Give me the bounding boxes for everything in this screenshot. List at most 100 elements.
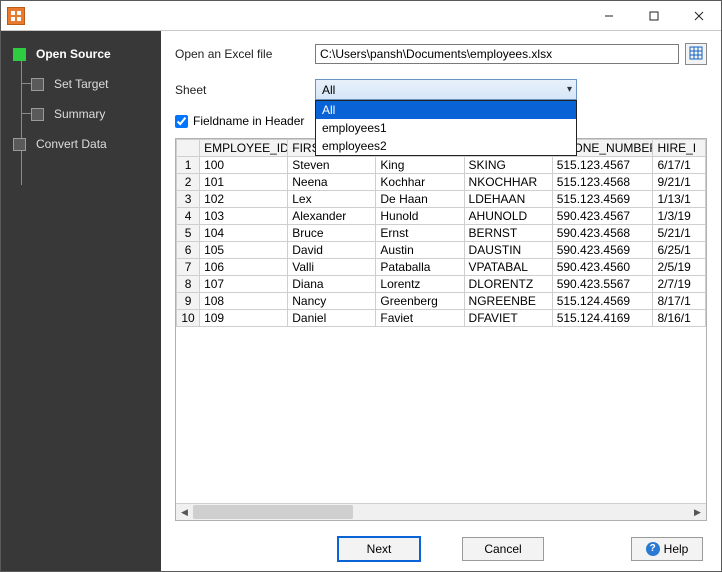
- maximize-button[interactable]: [631, 1, 676, 30]
- table-cell[interactable]: Pataballa: [376, 259, 464, 276]
- scroll-right-icon[interactable]: ▶: [689, 504, 706, 521]
- table-cell[interactable]: BERNST: [464, 225, 552, 242]
- table-row[interactable]: 7106ValliPataballaVPATABAL590.423.45602/…: [177, 259, 706, 276]
- table-cell[interactable]: Kochhar: [376, 174, 464, 191]
- table-cell[interactable]: Daniel: [288, 310, 376, 327]
- row-number: 10: [177, 310, 200, 327]
- table-cell[interactable]: SKING: [464, 157, 552, 174]
- step-open-source[interactable]: Open Source: [1, 39, 161, 69]
- table-cell[interactable]: 2/7/19: [653, 276, 706, 293]
- table-cell[interactable]: DFAVIET: [464, 310, 552, 327]
- table-row[interactable]: 1100StevenKingSKING515.123.45676/17/1: [177, 157, 706, 174]
- table-cell[interactable]: 515.123.4569: [552, 191, 653, 208]
- table-row[interactable]: 2101NeenaKochharNKOCHHAR515.123.45689/21…: [177, 174, 706, 191]
- table-cell[interactable]: Lex: [288, 191, 376, 208]
- table-cell[interactable]: 515.124.4169: [552, 310, 653, 327]
- table-cell[interactable]: Nancy: [288, 293, 376, 310]
- horizontal-scrollbar[interactable]: ◀ ▶: [176, 503, 706, 520]
- table-cell[interactable]: 515.124.4569: [552, 293, 653, 310]
- table-cell[interactable]: David: [288, 242, 376, 259]
- table-cell[interactable]: 590.423.5567: [552, 276, 653, 293]
- table-cell[interactable]: Ernst: [376, 225, 464, 242]
- table-cell[interactable]: 108: [200, 293, 288, 310]
- table-cell[interactable]: 109: [200, 310, 288, 327]
- row-number: 1: [177, 157, 200, 174]
- table-cell[interactable]: 590.423.4569: [552, 242, 653, 259]
- col-header[interactable]: HIRE_I: [653, 140, 706, 157]
- table-row[interactable]: 3102LexDe HaanLDEHAAN515.123.45691/13/1: [177, 191, 706, 208]
- table-cell[interactable]: VPATABAL: [464, 259, 552, 276]
- table-cell[interactable]: 104: [200, 225, 288, 242]
- table-cell[interactable]: 106: [200, 259, 288, 276]
- table-row[interactable]: 10109DanielFavietDFAVIET515.124.41698/16…: [177, 310, 706, 327]
- table-cell[interactable]: 6/25/1: [653, 242, 706, 259]
- table-cell[interactable]: Lorentz: [376, 276, 464, 293]
- table-cell[interactable]: De Haan: [376, 191, 464, 208]
- row-number: 7: [177, 259, 200, 276]
- app-window: Open Source Set Target Summary Convert D…: [0, 0, 722, 572]
- table-cell[interactable]: 102: [200, 191, 288, 208]
- table-cell[interactable]: DAUSTIN: [464, 242, 552, 259]
- table-cell[interactable]: 1/13/1: [653, 191, 706, 208]
- step-convert-data[interactable]: Convert Data: [1, 129, 161, 159]
- table-cell[interactable]: 105: [200, 242, 288, 259]
- sheet-option[interactable]: employees2: [316, 137, 576, 155]
- minimize-button[interactable]: [586, 1, 631, 30]
- table-row[interactable]: 4103AlexanderHunoldAHUNOLD590.423.45671/…: [177, 208, 706, 225]
- table-cell[interactable]: 6/17/1: [653, 157, 706, 174]
- table-cell[interactable]: 1/3/19: [653, 208, 706, 225]
- scroll-left-icon[interactable]: ◀: [176, 504, 193, 521]
- table-cell[interactable]: 590.423.4567: [552, 208, 653, 225]
- fieldname-header-checkbox[interactable]: [175, 115, 188, 128]
- sheet-option[interactable]: employees1: [316, 119, 576, 137]
- browse-button[interactable]: [685, 43, 707, 65]
- close-button[interactable]: [676, 1, 721, 30]
- app-icon: [7, 7, 25, 25]
- table-cell[interactable]: 103: [200, 208, 288, 225]
- table-cell[interactable]: LDEHAAN: [464, 191, 552, 208]
- table-cell[interactable]: 515.123.4568: [552, 174, 653, 191]
- table-cell[interactable]: 9/21/1: [653, 174, 706, 191]
- table-cell[interactable]: Faviet: [376, 310, 464, 327]
- table-cell[interactable]: NKOCHHAR: [464, 174, 552, 191]
- table-cell[interactable]: 107: [200, 276, 288, 293]
- cancel-button[interactable]: Cancel: [462, 537, 544, 561]
- table-cell[interactable]: 100: [200, 157, 288, 174]
- table-cell[interactable]: Greenberg: [376, 293, 464, 310]
- scroll-thumb[interactable]: [193, 505, 353, 519]
- table-cell[interactable]: DLORENTZ: [464, 276, 552, 293]
- col-header[interactable]: EMPLOYEE_ID: [200, 140, 288, 157]
- row-number: 3: [177, 191, 200, 208]
- help-button[interactable]: ? Help: [631, 537, 703, 561]
- table-cell[interactable]: 8/16/1: [653, 310, 706, 327]
- table-row[interactable]: 6105DavidAustinDAUSTIN590.423.45696/25/1: [177, 242, 706, 259]
- table-cell[interactable]: Neena: [288, 174, 376, 191]
- table-cell[interactable]: Valli: [288, 259, 376, 276]
- table-cell[interactable]: 101: [200, 174, 288, 191]
- table-cell[interactable]: 515.123.4567: [552, 157, 653, 174]
- table-cell[interactable]: Diana: [288, 276, 376, 293]
- table-cell[interactable]: Steven: [288, 157, 376, 174]
- sheet-select[interactable]: All ▾: [315, 79, 577, 100]
- next-button[interactable]: Next: [338, 537, 420, 561]
- table-cell[interactable]: 590.423.4560: [552, 259, 653, 276]
- table-cell[interactable]: Bruce: [288, 225, 376, 242]
- table-cell[interactable]: Alexander: [288, 208, 376, 225]
- table-cell[interactable]: 5/21/1: [653, 225, 706, 242]
- sheet-option[interactable]: All: [316, 101, 576, 119]
- table-cell[interactable]: 8/17/1: [653, 293, 706, 310]
- table-cell[interactable]: 590.423.4568: [552, 225, 653, 242]
- table-cell[interactable]: AHUNOLD: [464, 208, 552, 225]
- table-row[interactable]: 5104BruceErnstBERNST590.423.45685/21/1: [177, 225, 706, 242]
- table-cell[interactable]: Hunold: [376, 208, 464, 225]
- step-summary[interactable]: Summary: [1, 99, 161, 129]
- table-row[interactable]: 8107DianaLorentzDLORENTZ590.423.55672/7/…: [177, 276, 706, 293]
- table-row[interactable]: 9108NancyGreenbergNGREENBE515.124.45698/…: [177, 293, 706, 310]
- step-marker-icon: [31, 78, 44, 91]
- table-cell[interactable]: Austin: [376, 242, 464, 259]
- table-cell[interactable]: King: [376, 157, 464, 174]
- table-cell[interactable]: NGREENBE: [464, 293, 552, 310]
- file-path-input[interactable]: [315, 44, 679, 64]
- step-set-target[interactable]: Set Target: [1, 69, 161, 99]
- table-cell[interactable]: 2/5/19: [653, 259, 706, 276]
